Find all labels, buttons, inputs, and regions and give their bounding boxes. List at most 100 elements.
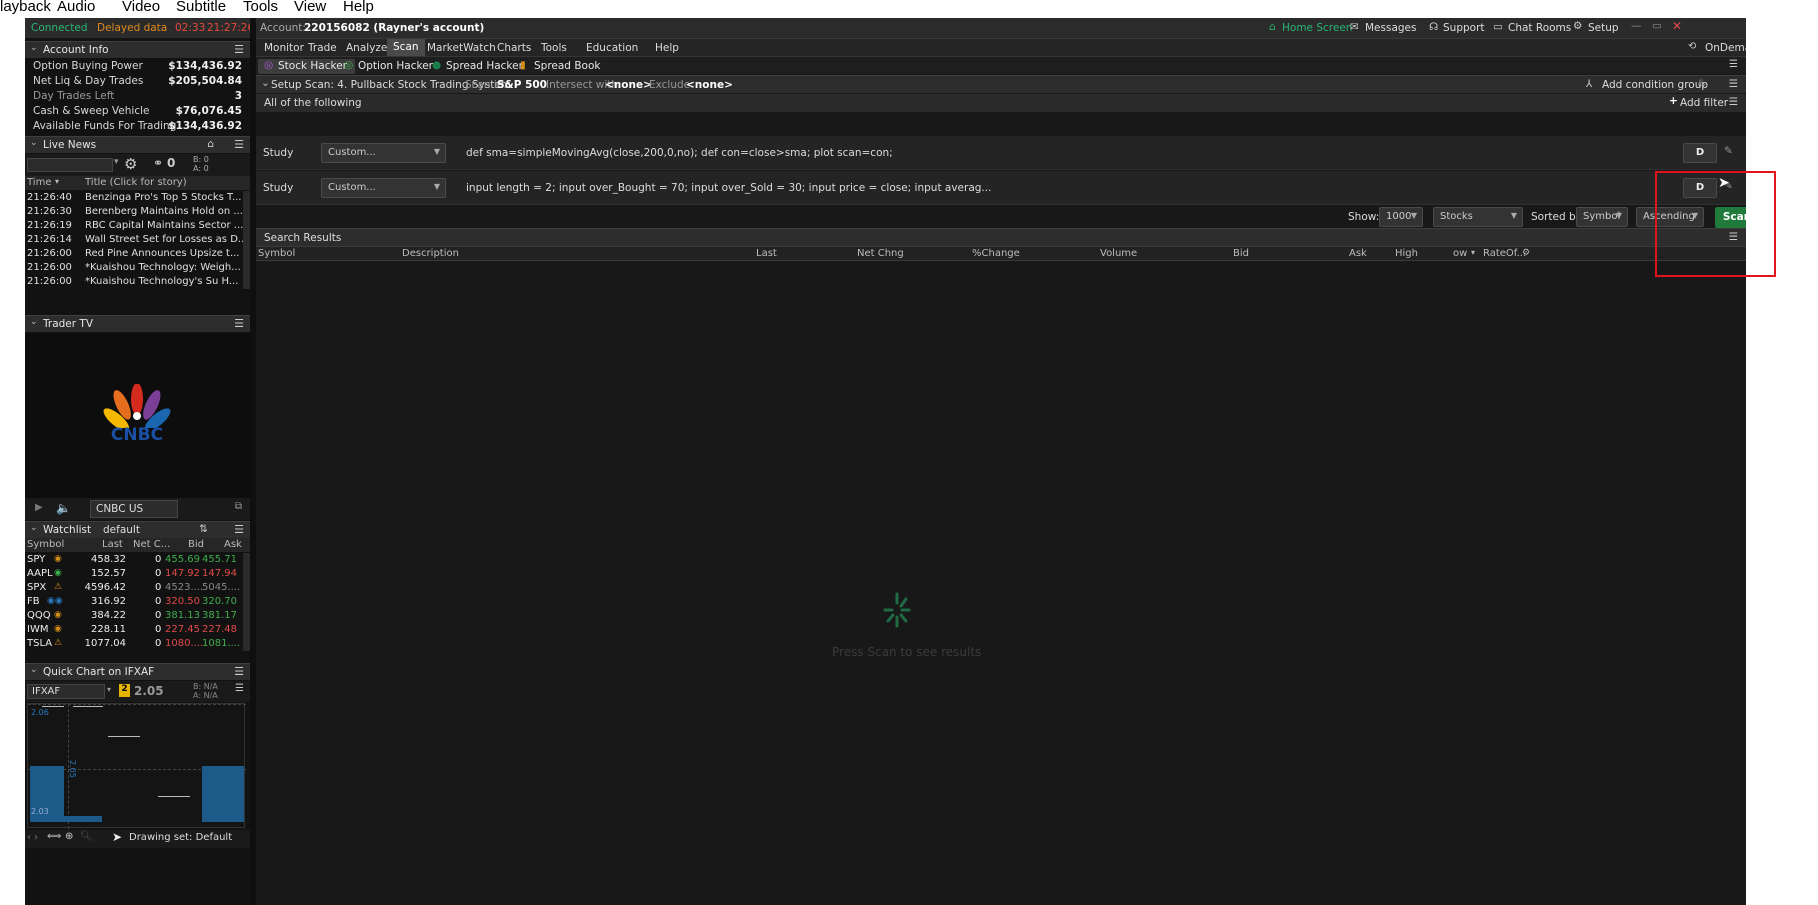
news-filter-input[interactable] (27, 158, 113, 172)
chevron-down-icon[interactable]: ⌄ (30, 138, 38, 148)
tag-icon[interactable]: ⌂ (207, 138, 214, 150)
sort-field-select[interactable]: Symbol ▼ (1576, 207, 1628, 227)
quick-chart-canvas[interactable]: 2.06 2.05 2.03 (27, 703, 246, 829)
channel-select[interactable]: CNBC US (90, 500, 178, 518)
col-last[interactable]: Last (756, 248, 777, 259)
tab-education[interactable]: Education (586, 42, 638, 54)
add-filter-button[interactable]: Add filter (1680, 97, 1728, 109)
chevron-down-icon[interactable]: ⌄ (30, 523, 38, 533)
study-type-select[interactable]: Custom... ▼ (321, 143, 446, 163)
wl-col-symbol[interactable]: Symbol (27, 539, 64, 550)
col-high[interactable]: High (1395, 248, 1418, 259)
watchlist-row[interactable]: FB ◉◉ 316.92 0 320.50 320.70 (25, 595, 243, 609)
col-net-chng[interactable]: Net Chng (857, 248, 904, 259)
watchlist-row[interactable]: IWM ◉ 228.11 0 227.45 227.48 (25, 623, 243, 637)
restore-icon[interactable]: ▭ (1652, 20, 1662, 32)
menu-icon[interactable]: ☰ (234, 138, 244, 151)
tab-tools[interactable]: Tools (541, 42, 567, 54)
news-row[interactable]: 21:26:00 *Kuaishou Technology's Su H... (25, 275, 243, 289)
tab-help[interactable]: Help (655, 42, 679, 54)
wl-col-last[interactable]: Last (102, 539, 123, 550)
video-player[interactable]: CNBC (25, 333, 250, 498)
intersect-select[interactable]: <none> (605, 79, 652, 91)
support-button[interactable]: Support (1443, 22, 1485, 34)
menu-icon[interactable]: ☰ (234, 43, 244, 56)
menu-video[interactable]: Video (122, 0, 160, 15)
study-code[interactable]: input length = 2; input over_Bought = 70… (466, 182, 991, 194)
aggregation-select[interactable]: D (1683, 143, 1717, 163)
sort-arrows-icon[interactable]: ⇅ (199, 523, 208, 535)
col-description[interactable]: Description (402, 248, 459, 259)
menu-tools[interactable]: Tools (243, 0, 278, 15)
watchlist-header[interactable]: ⌄ Watchlist default ⇅ ☰ (25, 521, 250, 538)
col-rate-of[interactable]: RateOf... (1483, 248, 1526, 259)
tab-marketwatch[interactable]: MarketWatch (427, 42, 496, 54)
wl-col-net[interactable]: Net C... (133, 539, 170, 550)
volume-icon[interactable]: 🔈 (56, 501, 71, 515)
tab-monitor[interactable]: Monitor (264, 42, 304, 54)
menu-playback[interactable]: layback (0, 0, 51, 15)
news-col-time[interactable]: Time (27, 177, 51, 188)
link-icon[interactable]: ⚭ (153, 156, 163, 170)
menu-icon[interactable]: ☰ (234, 665, 244, 678)
plus-icon[interactable]: + (1669, 95, 1678, 107)
menu-icon[interactable]: ☰ (1729, 78, 1738, 90)
menu-help[interactable]: Help (343, 0, 374, 15)
crosshair-icon[interactable]: ⊕ (65, 831, 73, 842)
filter-group-mode[interactable]: All of the following (264, 97, 362, 109)
cursor-icon[interactable]: ➤ (112, 830, 122, 844)
news-row[interactable]: 21:26:00 Red Pine Announces Upsize t... (25, 247, 243, 261)
gear-icon[interactable]: ⚙ (1522, 248, 1530, 258)
pan-icon[interactable]: ⟺ (47, 831, 61, 842)
ondemand-icon[interactable]: ⟲ (1688, 41, 1696, 52)
chevron-down-icon[interactable]: ▾ (114, 157, 119, 167)
news-row[interactable]: 21:26:40 Benzinga Pro's Top 5 Stocks T... (25, 191, 243, 205)
symbol-input[interactable]: IFXAF (27, 684, 105, 699)
menu-subtitle[interactable]: Subtitle (176, 0, 226, 15)
menu-icon[interactable]: ☰ (1729, 96, 1738, 108)
messages-button[interactable]: Messages (1365, 22, 1417, 34)
flame-icon[interactable]: ♨ (1697, 77, 1706, 89)
news-row[interactable]: 21:26:19 RBC Capital Maintains Sector ... (25, 219, 243, 233)
pencil-icon[interactable]: ✎ (1724, 145, 1733, 157)
col-symbol[interactable]: Symbol (258, 248, 295, 259)
news-row[interactable]: 21:26:14 Wall Street Set for Losses as D.… (25, 233, 243, 247)
col-volume[interactable]: Volume (1100, 248, 1137, 259)
chevron-down-icon[interactable]: ⌄ (30, 665, 38, 675)
live-news-header[interactable]: ⌄ Live News ⌂ ☰ (25, 136, 250, 153)
add-condition-group-button[interactable]: Add condition group (1602, 79, 1708, 91)
study-code[interactable]: def sma=simpleMovingAvg(close,200,0,no);… (466, 147, 893, 159)
play-icon[interactable]: ▶ (35, 502, 43, 513)
wl-col-ask[interactable]: Ask (224, 539, 242, 550)
account-selector[interactable]: 220156082 (Rayner's account) (304, 22, 484, 34)
condition-group-icon[interactable]: ⅄ (1586, 78, 1592, 90)
setup-button[interactable]: Setup (1588, 22, 1619, 34)
subtab-spread-book[interactable]: ▮ Spread Book (514, 59, 608, 74)
study-type-select[interactable]: Custom... ▼ (321, 178, 446, 198)
ondemand-button[interactable]: OnDemand (1705, 42, 1746, 54)
popout-icon[interactable]: ⧉ (235, 501, 242, 512)
watchlist-row[interactable]: TSLA ⚠ 1077.04 0 1080.... 1081.... (25, 637, 243, 651)
tab-charts[interactable]: Charts (497, 42, 531, 54)
home-icon[interactable]: ⌂ (1269, 21, 1276, 33)
trader-tv-header[interactable]: ⌄ Trader TV ☰ (25, 315, 250, 332)
chat-icon[interactable]: ▭ (1493, 21, 1503, 33)
news-row[interactable]: 21:26:30 Berenberg Maintains Hold on ... (25, 205, 243, 219)
chevron-down-icon[interactable]: ▾ (1471, 248, 1475, 257)
account-info-header[interactable]: ⌄ Account Info ☰ (25, 41, 250, 58)
quick-chart-header[interactable]: ⌄ Quick Chart on IFXAF ☰ (25, 663, 250, 680)
menu-icon[interactable]: ☰ (1729, 59, 1738, 70)
close-icon[interactable]: ✕ (1672, 19, 1682, 33)
exclude-select[interactable]: <none> (686, 79, 733, 91)
wl-col-bid[interactable]: Bid (188, 539, 204, 550)
news-col-title[interactable]: Title (Click for story) (85, 177, 187, 188)
chevron-down-icon[interactable]: ⌄ (261, 77, 270, 89)
col-low[interactable]: ow (1453, 248, 1467, 259)
chevron-down-icon[interactable]: ⌄ (30, 317, 38, 327)
watchlist-row[interactable]: QQQ ◉ 384.22 0 381.13 381.17 (25, 609, 243, 623)
show-count-select[interactable]: 1000 ▼ (1379, 207, 1423, 227)
watchlist-row[interactable]: SPY ◉ 458.32 0 455.69 455.71 (25, 553, 243, 567)
minimize-icon[interactable]: — (1631, 20, 1642, 32)
envelope-icon[interactable]: ✉ (1350, 21, 1359, 33)
col-ask[interactable]: Ask (1349, 248, 1367, 259)
